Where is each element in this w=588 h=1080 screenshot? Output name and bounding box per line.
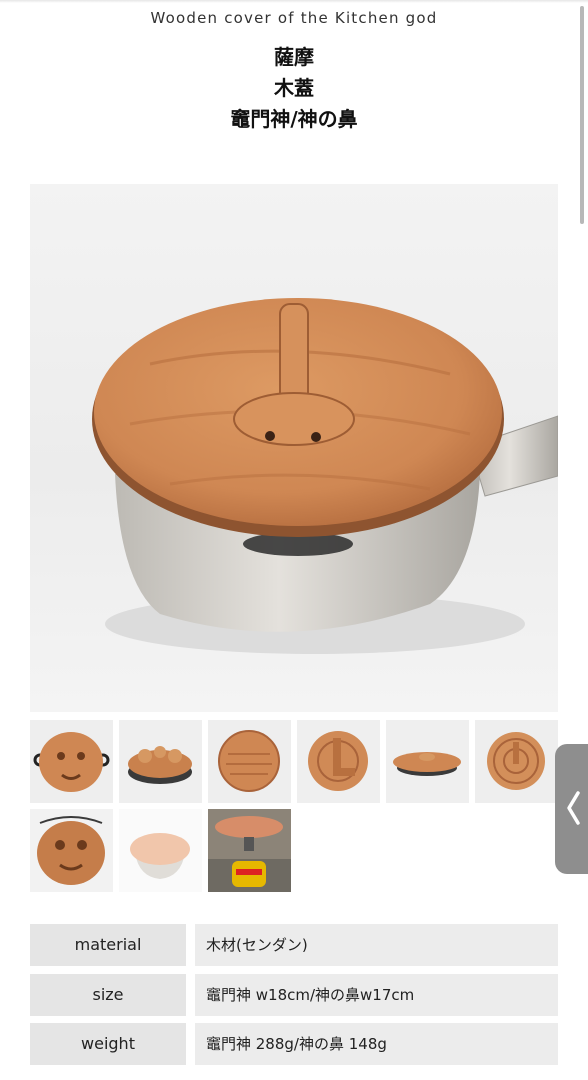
chevron-left-icon — [564, 790, 582, 830]
title-line-2: 木蓋 — [274, 76, 314, 100]
spec-row-material: material 木材(センダン) — [30, 924, 558, 966]
thumbnail-1[interactable] — [30, 720, 113, 803]
thumbnail-6[interactable] — [475, 720, 558, 803]
spec-row-size: size 竈門神 w18cm/神の鼻w17cm — [30, 974, 558, 1016]
page-subtitle: Wooden cover of the Kitchen god — [150, 9, 438, 27]
thumbnail-5[interactable] — [386, 720, 469, 803]
title-line-1: 薩摩 — [274, 45, 314, 69]
main-product-image[interactable] — [30, 184, 558, 712]
spec-label: material — [30, 924, 186, 966]
spec-label: size — [30, 974, 186, 1016]
spec-value: 木材(センダン) — [195, 924, 558, 966]
spec-value: 竈門神 w18cm/神の鼻w17cm — [195, 974, 558, 1016]
spec-label: weight — [30, 1023, 186, 1065]
top-shadow — [0, 0, 588, 3]
spec-row-weight: weight 竈門神 288g/神の鼻 148g — [30, 1023, 558, 1065]
thumbnail-9[interactable] — [208, 809, 291, 892]
page-title: 薩摩 木蓋 竈門神/神の鼻 — [0, 42, 588, 135]
title-line-3: 竈門神/神の鼻 — [230, 107, 358, 131]
thumbnail-2[interactable] — [119, 720, 202, 803]
thumbnail-3[interactable] — [208, 720, 291, 803]
thumbnail-4[interactable] — [297, 720, 380, 803]
spec-value: 竈門神 288g/神の鼻 148g — [195, 1023, 558, 1065]
thumbnail-7[interactable] — [30, 809, 113, 892]
scrollbar-thumb[interactable] — [580, 6, 584, 224]
side-menu-tab[interactable] — [555, 744, 588, 874]
thumbnail-8[interactable] — [119, 809, 202, 892]
